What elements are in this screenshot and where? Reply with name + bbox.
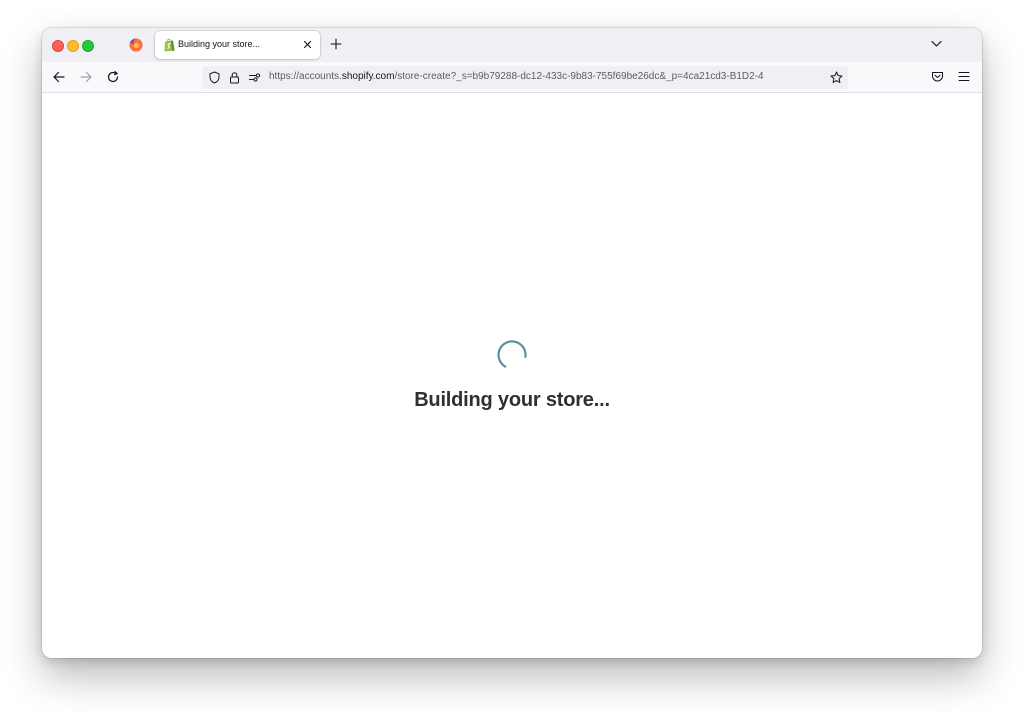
url-domain: shopify.com [341, 71, 395, 82]
lock-icon[interactable] [228, 71, 241, 84]
shield-icon[interactable] [208, 71, 221, 84]
address-bar[interactable]: https://accounts.shopify.com/store-creat… [202, 66, 848, 89]
browser-window: Building your store... https://accounts.… [42, 28, 982, 658]
url-prefix: https://accounts. [269, 71, 342, 82]
back-arrow-icon[interactable] [52, 70, 66, 84]
url-path: /store-create?_s=b9b79288-dc12-433c-9b83… [394, 71, 764, 82]
close-icon[interactable] [302, 39, 313, 50]
star-icon[interactable] [830, 71, 843, 84]
status-heading: Building your store... [414, 389, 610, 411]
reload-icon[interactable] [106, 70, 120, 84]
minimize-window-button[interactable] [67, 40, 79, 52]
tab-active[interactable]: Building your store... [155, 31, 320, 59]
loading-spinner-icon [497, 340, 527, 368]
chevron-down-icon[interactable] [930, 39, 943, 48]
plus-icon[interactable] [330, 38, 342, 50]
tab-title: Building your store... [178, 39, 261, 49]
pocket-icon[interactable] [931, 70, 944, 83]
page-content: Building your store... [42, 93, 982, 658]
zoom-window-button[interactable] [82, 40, 94, 52]
firefox-icon[interactable] [129, 38, 143, 52]
hamburger-menu-icon[interactable] [958, 71, 970, 82]
tab-bar: Building your store... [42, 28, 982, 62]
shopify-bag-icon [164, 38, 175, 52]
permissions-icon[interactable] [248, 71, 261, 84]
navigation-toolbar: https://accounts.shopify.com/store-creat… [42, 62, 982, 93]
close-window-button[interactable] [52, 40, 64, 52]
forward-arrow-icon[interactable] [79, 70, 93, 84]
url-text[interactable]: https://accounts.shopify.com/store-creat… [269, 71, 821, 82]
